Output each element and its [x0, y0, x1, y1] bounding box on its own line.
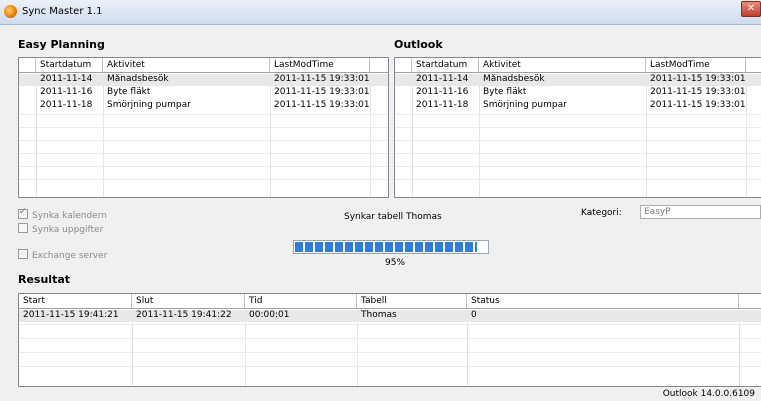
sync-master-window: Sync Master 1.1 ✕ Easy Planning Startdat… [0, 0, 761, 401]
close-button[interactable]: ✕ [741, 1, 761, 17]
table-row[interactable]: 2011-11-18 Smörjning pumpar 2011-11-15 1… [395, 100, 761, 112]
progress-fill [295, 242, 478, 252]
result-grid[interactable]: Start Slut Tid Tabell Status 2011-11-15 … [18, 293, 761, 387]
res-col-tid[interactable]: Tid [245, 294, 357, 308]
result-header: Start Slut Tid Tabell Status [19, 294, 761, 309]
outlook-header: Startdatum Aktivitet LastModTime [395, 58, 761, 73]
exchange-server-checkbox[interactable]: Exchange server [18, 249, 107, 261]
ep-col-startdatum[interactable]: Startdatum [36, 58, 103, 72]
ol-col-startdatum[interactable]: Startdatum [412, 58, 479, 72]
ep-col-aktivitet[interactable]: Aktivitet [103, 58, 270, 72]
result-title: Resultat [18, 273, 71, 286]
res-col-status[interactable]: Status [467, 294, 739, 308]
easy-planning-grid[interactable]: Startdatum Aktivitet LastModTime 2011-11… [18, 57, 389, 198]
res-col-slut[interactable]: Slut [132, 294, 245, 308]
sync-status-text: Synkar tabell Thomas [344, 212, 442, 222]
res-col-start[interactable]: Start [19, 294, 132, 308]
sync-calendar-checkbox[interactable]: Synka kalendern [18, 207, 107, 221]
table-row[interactable]: 2011-11-18 Smörjning pumpar 2011-11-15 1… [19, 100, 388, 112]
checkbox-checked-icon [18, 207, 28, 219]
table-row[interactable]: 2011-11-15 19:41:21 2011-11-15 19:41:22 … [19, 310, 761, 322]
res-col-tabell[interactable]: Tabell [357, 294, 467, 308]
status-bar-version: Outlook 14.0.0.6109 [662, 389, 755, 399]
window-title: Sync Master 1.1 [22, 6, 103, 17]
sync-tasks-checkbox[interactable]: Synka uppgifter [18, 223, 103, 235]
table-row[interactable]: 2011-11-16 Byte fläkt 2011-11-15 19:33:0… [395, 87, 761, 99]
outlook-title: Outlook [394, 38, 443, 51]
category-input[interactable]: EasyP [640, 205, 761, 219]
category-label: Kategori: [581, 208, 622, 218]
ep-col-lastmodtime[interactable]: LastModTime [270, 58, 370, 72]
table-row[interactable]: 2011-11-14 Månadsbesök 2011-11-15 19:33:… [395, 74, 761, 86]
table-row[interactable]: 2011-11-16 Byte fläkt 2011-11-15 19:33:0… [19, 87, 388, 99]
sync-progress-bar [293, 240, 489, 254]
easy-planning-title: Easy Planning [18, 38, 105, 51]
outlook-grid[interactable]: Startdatum Aktivitet LastModTime 2011-11… [394, 57, 761, 198]
table-row[interactable]: 2011-11-14 Månadsbesök 2011-11-15 19:33:… [19, 74, 388, 86]
checkbox-icon [18, 223, 28, 233]
ol-col-aktivitet[interactable]: Aktivitet [479, 58, 646, 72]
progress-percent: 95% [385, 258, 406, 268]
app-icon [4, 5, 17, 18]
title-bar: Sync Master 1.1 ✕ [0, 0, 761, 25]
ol-col-lastmodtime[interactable]: LastModTime [646, 58, 746, 72]
checkbox-icon [18, 249, 28, 259]
easy-planning-header: Startdatum Aktivitet LastModTime [19, 58, 388, 73]
